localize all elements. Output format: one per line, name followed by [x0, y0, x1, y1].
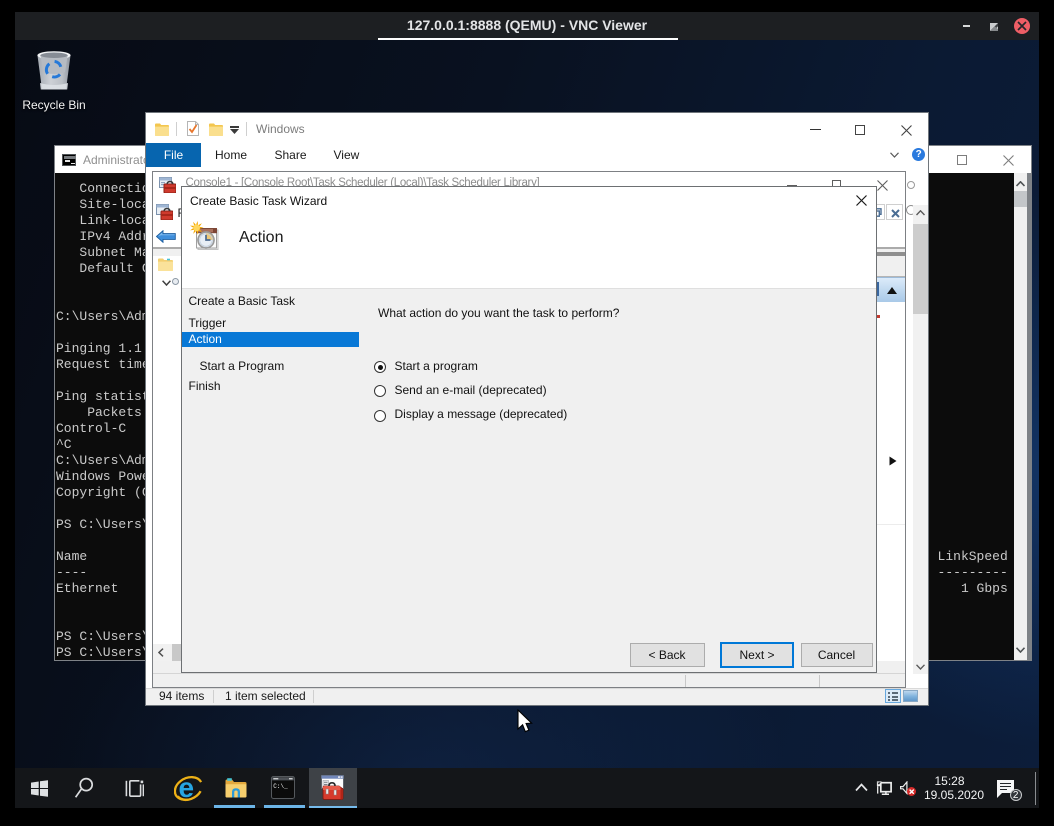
svg-text:C:\_: C:\_	[273, 783, 288, 790]
